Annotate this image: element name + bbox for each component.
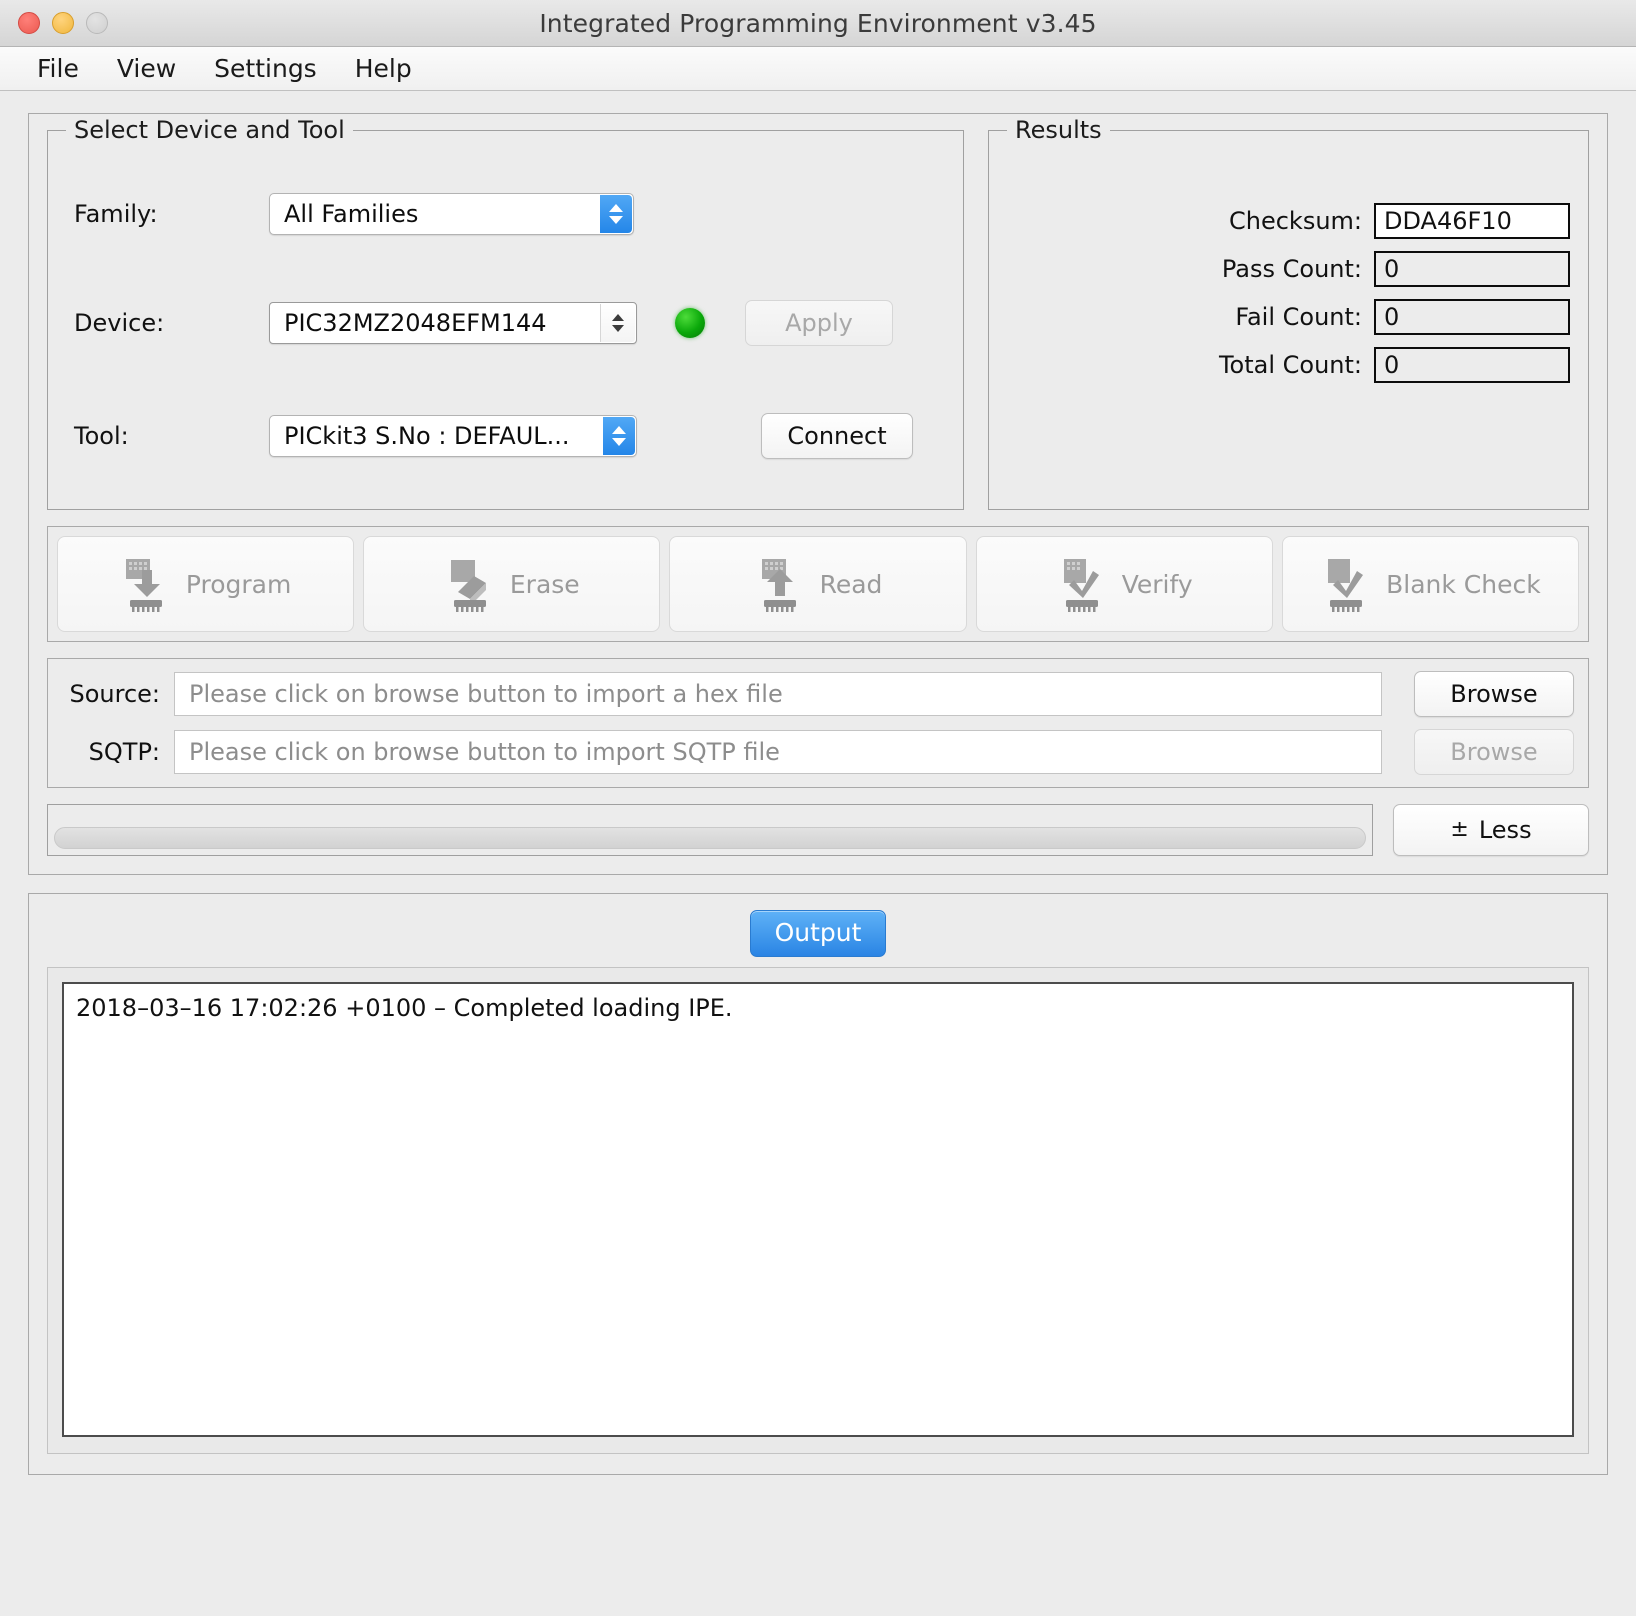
family-value: All Families xyxy=(284,200,419,228)
blank-check-button[interactable]: Blank Check xyxy=(1281,536,1580,632)
total-count-field: 0 xyxy=(1374,347,1570,383)
chevron-up-icon xyxy=(612,426,626,434)
program-button[interactable]: Program xyxy=(57,536,355,632)
chip-download-icon xyxy=(125,559,162,612)
source-browse-button[interactable]: Browse xyxy=(1414,671,1574,717)
device-combobox[interactable]: PIC32MZ2048EFM144 xyxy=(269,302,637,344)
progress-bar xyxy=(54,827,1366,849)
family-combobox[interactable]: All Families xyxy=(269,193,634,235)
source-row: Source: Please click on browse button to… xyxy=(62,671,1574,717)
chip-blank-check-icon xyxy=(1328,559,1364,612)
program-button-label: Program xyxy=(185,569,292,599)
pass-count-label: Pass Count: xyxy=(1221,255,1362,283)
verify-button[interactable]: Verify xyxy=(975,536,1273,632)
chip-eraser-icon xyxy=(450,560,486,612)
menu-item-view[interactable]: View xyxy=(98,54,195,83)
device-label: Device: xyxy=(74,309,165,337)
device-spinner-icon[interactable] xyxy=(600,304,635,342)
connection-status-led xyxy=(675,308,705,338)
log-line: 2018–03–16 17:02:26 +0100 – Completed lo… xyxy=(76,994,733,1022)
menu-item-help[interactable]: Help xyxy=(336,54,431,83)
select-device-and-tool-title: Select Device and Tool xyxy=(66,116,353,144)
window-titlebar: Integrated Programming Environment v3.45 xyxy=(0,0,1636,47)
family-spinner-icon[interactable] xyxy=(600,195,632,233)
tool-label: Tool: xyxy=(74,422,129,450)
verify-button-label: Verify xyxy=(1121,569,1193,599)
connect-button[interactable]: Connect xyxy=(761,413,913,459)
results-list: Checksum: DDA46F10 Pass Count: 0 Fail Co… xyxy=(989,131,1588,383)
family-row: Family: All Families xyxy=(74,193,634,235)
sqtp-input[interactable]: Please click on browse button to import … xyxy=(174,730,1382,774)
menu-item-settings[interactable]: Settings xyxy=(195,54,336,83)
read-button[interactable]: Read xyxy=(669,536,967,632)
apply-button[interactable]: Apply xyxy=(745,300,893,346)
window-title: Integrated Programming Environment v3.45 xyxy=(539,8,1097,38)
operations-toolbar: Program Erase Read Verify Blank Check xyxy=(47,526,1589,642)
output-panel: Output 2018–03–16 17:02:26 +0100 – Compl… xyxy=(28,893,1608,1475)
tool-combobox[interactable]: PICkit3 S.No : DEFAUL... xyxy=(269,415,637,457)
menubar: File View Settings Help xyxy=(0,47,1636,91)
output-log-area[interactable]: 2018–03–16 17:02:26 +0100 – Completed lo… xyxy=(62,982,1574,1437)
main-content: Select Device and Tool Family: All Famil… xyxy=(0,91,1636,1475)
result-row-fail-count: Fail Count: 0 xyxy=(989,299,1570,335)
result-row-total-count: Total Count: 0 xyxy=(989,347,1570,383)
device-and-results-row: Select Device and Tool Family: All Famil… xyxy=(47,116,1589,510)
chevron-down-icon xyxy=(612,325,624,332)
read-button-label: Read xyxy=(819,569,883,599)
chevron-down-icon xyxy=(609,216,623,224)
file-inputs-panel: Source: Please click on browse button to… xyxy=(47,658,1589,788)
collapse-icon: ± xyxy=(1450,817,1469,842)
output-tab-body: 2018–03–16 17:02:26 +0100 – Completed lo… xyxy=(47,967,1589,1454)
erase-button-label: Erase xyxy=(509,569,580,599)
device-value: PIC32MZ2048EFM144 xyxy=(284,309,547,337)
less-button-label: Less xyxy=(1478,816,1532,844)
chip-check-icon xyxy=(1063,559,1099,612)
fail-count-field: 0 xyxy=(1374,299,1570,335)
tool-row: Tool: PICkit3 S.No : DEFAUL... Connect xyxy=(74,413,913,459)
results-group: Results Checksum: DDA46F10 Pass Count: 0… xyxy=(988,116,1589,510)
source-label: Source: xyxy=(69,680,160,708)
chevron-up-icon xyxy=(612,314,624,321)
chevron-up-icon xyxy=(609,204,623,212)
progress-bar-container xyxy=(47,804,1373,856)
result-row-checksum: Checksum: DDA46F10 xyxy=(989,203,1570,239)
tool-value: PICkit3 S.No : DEFAUL... xyxy=(284,422,570,450)
pass-count-field: 0 xyxy=(1374,251,1570,287)
checksum-field[interactable]: DDA46F10 xyxy=(1374,203,1570,239)
device-row: Device: PIC32MZ2048EFM144 Apply xyxy=(74,300,893,346)
sqtp-label: SQTP: xyxy=(88,738,160,766)
sqtp-row: SQTP: Please click on browse button to i… xyxy=(62,729,1574,775)
chevron-down-icon xyxy=(612,438,626,446)
result-row-pass-count: Pass Count: 0 xyxy=(989,251,1570,287)
tab-output[interactable]: Output xyxy=(749,910,887,957)
chip-upload-icon xyxy=(761,559,796,612)
progress-row: ± Less xyxy=(47,804,1589,856)
output-tab-strip: Output xyxy=(47,910,1589,957)
select-device-and-tool-group: Select Device and Tool Family: All Famil… xyxy=(47,116,964,510)
source-input[interactable]: Please click on browse button to import … xyxy=(174,672,1382,716)
less-button[interactable]: ± Less xyxy=(1393,804,1589,856)
menu-item-file[interactable]: File xyxy=(18,54,98,83)
blank-check-button-label: Blank Check xyxy=(1386,569,1541,599)
checksum-label: Checksum: xyxy=(1228,207,1362,235)
fail-count-label: Fail Count: xyxy=(1235,303,1362,331)
sqtp-browse-button[interactable]: Browse xyxy=(1414,729,1574,775)
results-title: Results xyxy=(1007,116,1110,144)
tool-spinner-icon[interactable] xyxy=(603,417,635,455)
configuration-panel: Select Device and Tool Family: All Famil… xyxy=(28,113,1608,875)
family-label: Family: xyxy=(74,200,158,228)
erase-button[interactable]: Erase xyxy=(363,536,661,632)
total-count-label: Total Count: xyxy=(1218,351,1362,379)
